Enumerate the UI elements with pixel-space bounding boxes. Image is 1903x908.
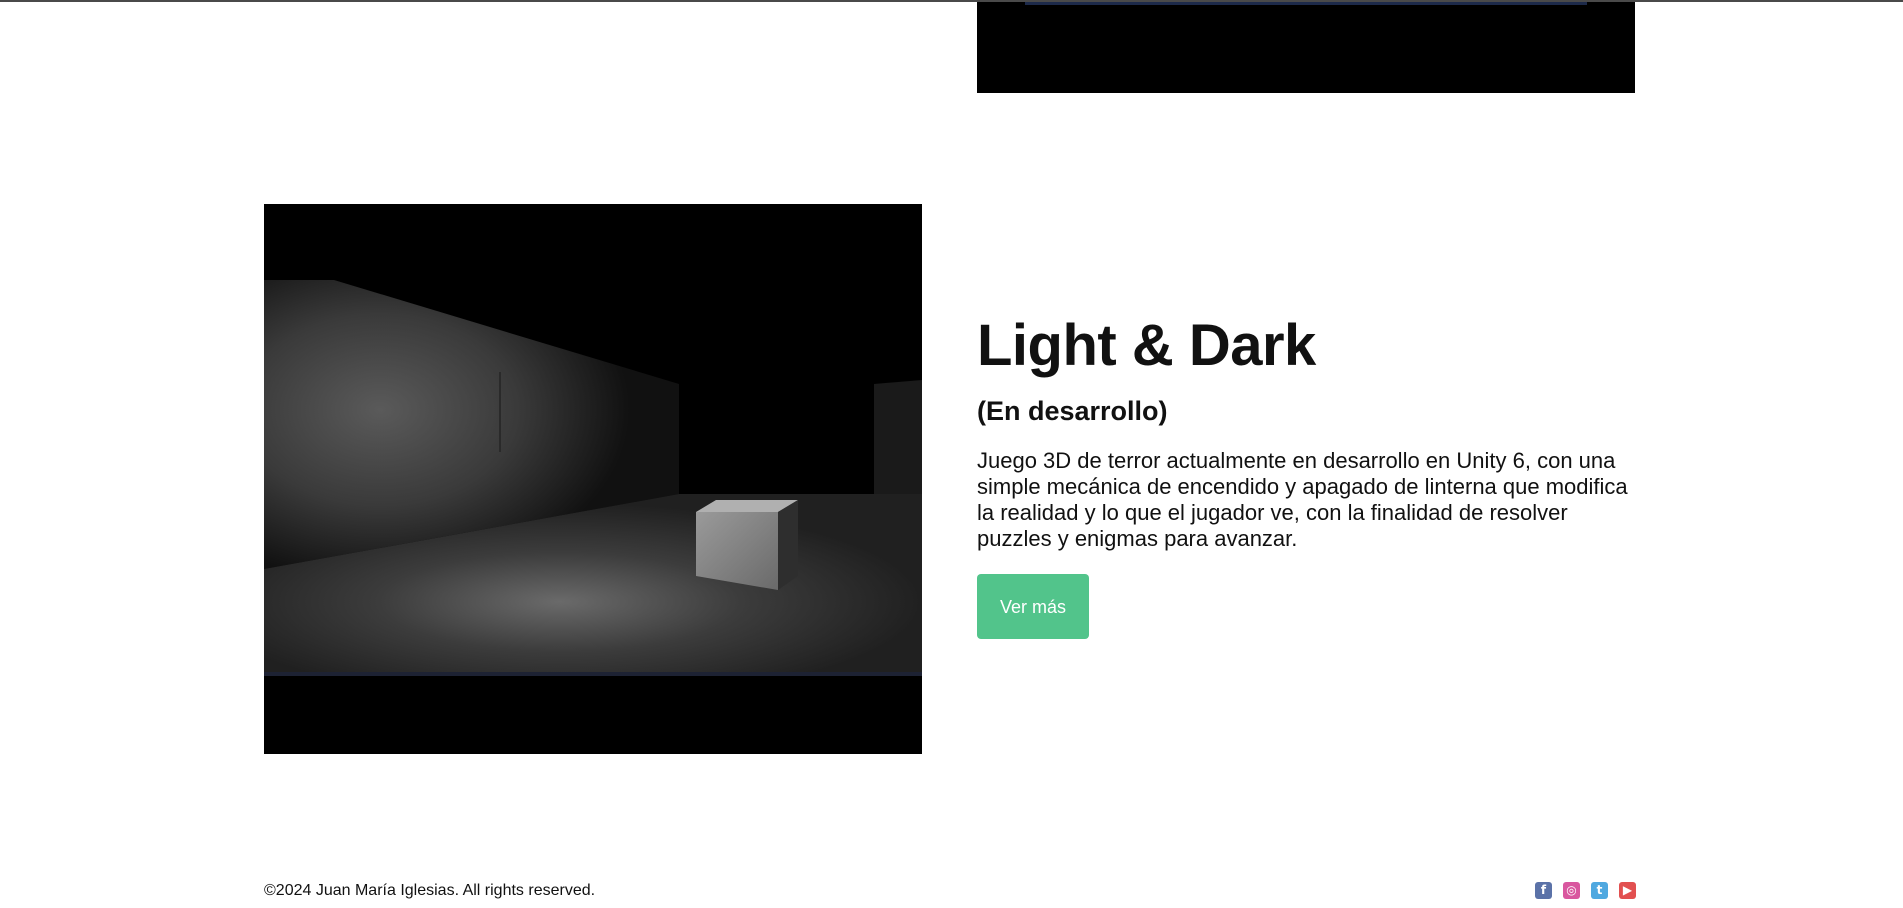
copyright-text: ©2024 Juan María Iglesias. All rights re… [264,882,596,899]
twitter-icon[interactable]: t [1591,882,1608,899]
project-screenshot [264,204,922,754]
project-title: Light & Dark [977,313,1316,378]
social-links: f ◎ t ▶ [1535,882,1636,899]
instagram-icon[interactable]: ◎ [1563,882,1580,899]
see-more-button[interactable]: Ver más [977,574,1089,639]
footer: ©2024 Juan María Iglesias. All rights re… [264,880,1636,902]
game-scene-illustration [264,204,922,754]
project-status: (En desarrollo) [977,396,1168,426]
previous-project-image-edge [1025,2,1587,5]
project-info-panel: Light & Dark (En desarrollo) Juego 3D de… [977,310,1637,639]
youtube-icon[interactable]: ▶ [1619,882,1636,899]
facebook-icon[interactable]: f [1535,882,1552,899]
project-description: Juego 3D de terror actualmente en desarr… [977,448,1628,551]
previous-project-image [977,2,1635,93]
